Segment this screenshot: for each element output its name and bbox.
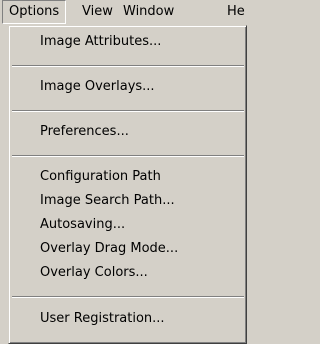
menu-separator bbox=[12, 155, 244, 157]
options-dropdown-menu: Image Attributes... Image Overlays... Pr… bbox=[8, 25, 247, 344]
menu-item-overlay-colors[interactable]: Overlay Colors... bbox=[12, 261, 244, 285]
menu-item-image-overlays[interactable]: Image Overlays... bbox=[12, 75, 244, 99]
menu-options[interactable]: Options bbox=[2, 0, 67, 24]
menu-item-overlay-drag-mode[interactable]: Overlay Drag Mode... bbox=[12, 237, 244, 261]
menu-item-preferences[interactable]: Preferences... bbox=[12, 120, 244, 144]
menu-item-image-attributes[interactable]: Image Attributes... bbox=[12, 30, 244, 54]
menu-bar: Options View Window He bbox=[0, 0, 247, 24]
application-window: Options View Window He Image Attributes.… bbox=[0, 0, 247, 344]
menu-item-user-registration[interactable]: User Registration... bbox=[12, 307, 244, 331]
menu-item-image-search-path[interactable]: Image Search Path... bbox=[12, 189, 244, 213]
menu-item-configuration-path[interactable]: Configuration Path bbox=[12, 165, 244, 189]
menu-window[interactable]: Window bbox=[123, 0, 174, 24]
menu-item-autosaving[interactable]: Autosaving... bbox=[12, 213, 244, 237]
menu-separator bbox=[12, 110, 244, 112]
menu-separator bbox=[12, 296, 244, 298]
menu-view[interactable]: View bbox=[82, 0, 113, 24]
menu-help[interactable]: He bbox=[227, 0, 245, 24]
menu-separator bbox=[12, 65, 244, 67]
